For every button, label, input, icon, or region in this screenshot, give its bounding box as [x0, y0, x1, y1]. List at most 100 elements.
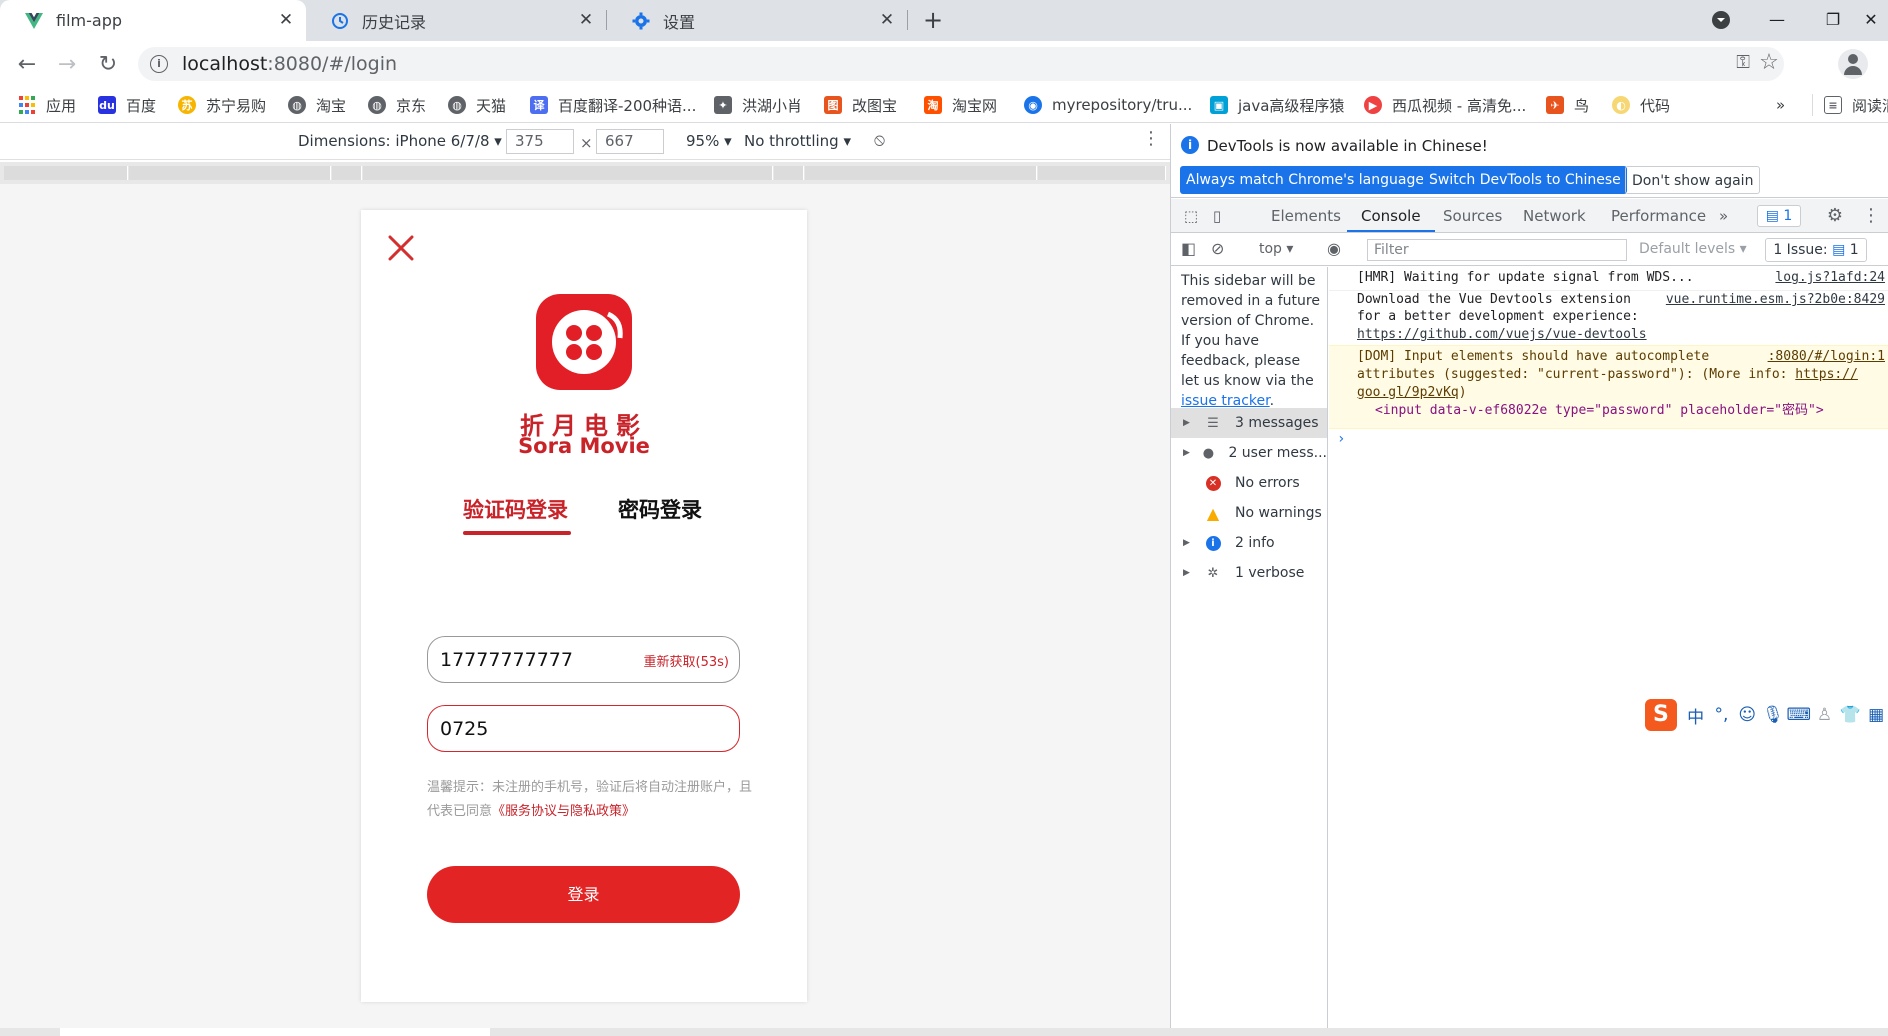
sidebar-item-errors[interactable]: ✕ No errors — [1171, 468, 1327, 498]
log-source-link[interactable]: log.js?1afd:24 — [1775, 269, 1885, 287]
console-prompt-icon[interactable]: › — [1337, 431, 1345, 447]
scrollbar-thumb[interactable] — [60, 1028, 490, 1036]
tab-search-icon[interactable] — [1706, 6, 1736, 34]
more-options-icon[interactable]: ⋮ — [1142, 128, 1160, 149]
dont-show-again-button[interactable]: Don't show again — [1625, 166, 1761, 194]
reload-icon[interactable]: ↻ — [93, 50, 123, 80]
bookmark-taobao[interactable]: ◍ 淘宝 — [288, 94, 346, 116]
ruler-segment[interactable] — [774, 166, 804, 180]
horizontal-scrollbar[interactable] — [0, 1028, 1888, 1036]
forward-icon[interactable]: → — [52, 50, 82, 80]
ime-user-icon[interactable]: ♙ — [1812, 705, 1838, 725]
address-bar[interactable]: i localhost:8080/#/login ⚿ ☆ — [138, 47, 1784, 81]
window-close-icon[interactable]: ✕ — [1856, 6, 1886, 34]
more-info-link[interactable]: https:// — [1795, 367, 1858, 382]
more-tabs-icon[interactable]: » — [1719, 207, 1728, 225]
tab-console[interactable]: Console — [1361, 207, 1421, 225]
login-button[interactable]: 登录 — [427, 866, 740, 923]
ime-chinese-mode-icon[interactable]: 中 — [1683, 703, 1709, 728]
ruler-segment[interactable] — [1038, 166, 1166, 180]
ime-keyboard-icon[interactable]: ⌨ — [1786, 705, 1812, 725]
bookmark-jd[interactable]: ◍ 京东 — [368, 94, 426, 116]
bookmark-gaitubao[interactable]: 图改图宝 — [824, 94, 897, 116]
filter-input[interactable]: Filter — [1367, 239, 1627, 261]
new-tab-icon[interactable]: + — [920, 8, 946, 34]
bookmark-java[interactable]: ▣ java高级程序猿 — [1210, 94, 1344, 116]
log-levels-select[interactable]: Default levels ▾ — [1639, 241, 1747, 257]
ime-emoji-icon[interactable]: ☺ — [1734, 705, 1760, 725]
more-options-icon[interactable]: ⋮ — [1861, 206, 1881, 226]
restore-icon[interactable]: ❐ — [1818, 6, 1848, 34]
messages-badge[interactable]: ▤ 1 — [1757, 205, 1801, 227]
tab-code-login[interactable]: 验证码登录 — [463, 494, 568, 524]
sogou-logo-icon[interactable]: S — [1645, 699, 1677, 731]
throttling-select[interactable]: No throttling ▾ — [744, 132, 851, 150]
sidebar-item-messages[interactable]: ▶ ☰ 3 messages — [1171, 408, 1327, 438]
back-icon[interactable]: ← — [12, 50, 42, 80]
tab-network[interactable]: Network — [1523, 207, 1586, 225]
device-toggle-icon[interactable]: ▯ — [1207, 206, 1227, 226]
profile-icon[interactable] — [1838, 49, 1868, 79]
key-icon[interactable]: ⚿ — [1736, 52, 1750, 73]
always-match-language-button[interactable]: Always match Chrome's language — [1180, 166, 1430, 194]
rotate-icon[interactable]: ⦸ — [874, 130, 885, 150]
bookmark-apps[interactable]: 应用 — [18, 94, 76, 116]
switch-to-chinese-button[interactable]: Switch DevTools to Chinese — [1423, 166, 1627, 194]
tab-password-login[interactable]: 密码登录 — [618, 494, 702, 524]
bookmark-tmall[interactable]: ◍ 天猫 — [448, 94, 506, 116]
clear-console-icon[interactable]: ⊘ — [1211, 239, 1224, 258]
more-info-link-cont[interactable]: goo.gl/9p2vKq — [1357, 385, 1459, 400]
ruler-segment[interactable] — [363, 166, 773, 180]
tab-performance[interactable]: Performance — [1611, 207, 1706, 225]
bookmark-honghu[interactable]: ✦ 洪湖小肖 — [714, 94, 802, 116]
bookmark-baidu-fanyi[interactable]: 译百度翻译-200种语... — [530, 94, 696, 116]
close-tab-icon[interactable]: ✕ — [276, 10, 296, 30]
resend-code-button[interactable]: 重新获取(53s) — [644, 651, 729, 670]
log-source-link[interactable]: vue.runtime.esm.js?2b0e:8429 — [1666, 291, 1885, 309]
inspect-element-icon[interactable]: ⬚ — [1181, 206, 1201, 226]
device-height-input[interactable]: 667 — [596, 129, 664, 154]
ime-skin-icon[interactable]: 👕 — [1837, 705, 1863, 725]
terms-link[interactable]: 《服务协议与隐私政策》 — [492, 804, 635, 819]
close-icon[interactable] — [385, 232, 417, 264]
ruler-segment[interactable] — [805, 166, 1037, 180]
phone-input[interactable]: 17777777777 重新获取(53s) — [427, 636, 740, 683]
ime-microphone-icon[interactable]: 🎙 — [1760, 705, 1786, 725]
bookmarks-overflow[interactable]: » — [1776, 94, 1785, 116]
verification-code-input[interactable]: 0725 — [427, 705, 740, 752]
zoom-select[interactable]: 95% ▾ — [686, 132, 732, 150]
tab-history[interactable]: 历史记录 ✕ — [306, 0, 606, 41]
device-width-input[interactable]: 375 — [506, 129, 574, 154]
log-source-link[interactable]: :8080/#/login:1 — [1768, 348, 1885, 366]
ruler-segment[interactable] — [129, 166, 331, 180]
reading-list[interactable]: ≡ 阅读清 — [1812, 94, 1888, 116]
bookmark-taobao-net[interactable]: 淘淘宝网 — [924, 94, 997, 116]
sidebar-item-user-messages[interactable]: ▶ ● 2 user mess... — [1171, 438, 1327, 468]
bookmark-baidu[interactable]: du 百度 — [98, 94, 156, 116]
tab-settings[interactable]: 设置 ✕ — [607, 0, 907, 41]
minimize-icon[interactable]: — — [1762, 6, 1792, 34]
live-expression-eye-icon[interactable]: ◉ — [1327, 239, 1341, 258]
close-tab-icon[interactable]: ✕ — [877, 10, 897, 30]
sidebar-item-verbose[interactable]: ▶ ✲ 1 verbose — [1171, 558, 1327, 588]
device-select[interactable]: Dimensions: iPhone 6/7/8 ▾ — [298, 132, 502, 150]
ruler-segment[interactable] — [332, 166, 362, 180]
context-select[interactable]: top ▾ — [1259, 241, 1293, 257]
close-tab-icon[interactable]: ✕ — [576, 10, 596, 30]
issues-button[interactable]: 1 Issue: ▤ 1 — [1765, 238, 1867, 262]
sidebar-item-info[interactable]: ▶ i 2 info — [1171, 528, 1327, 558]
tab-elements[interactable]: Elements — [1271, 207, 1341, 225]
bookmark-myrepository[interactable]: ◉ myrepository/tru... — [1024, 94, 1192, 116]
issue-tracker-link[interactable]: issue tracker — [1181, 393, 1270, 409]
bookmark-suning[interactable]: 苏苏宁易购 — [178, 94, 266, 116]
vue-devtools-link[interactable]: https://github.com/vuejs/vue-devtools — [1357, 327, 1647, 342]
ime-punctuation-icon[interactable]: °, — [1709, 705, 1735, 725]
bookmark-xigua[interactable]: ▶ 西瓜视频 - 高清免... — [1364, 94, 1526, 116]
sidebar-toggle-icon[interactable]: ◧ — [1181, 239, 1196, 258]
bookmark-code[interactable]: ◐ 代码 — [1612, 94, 1670, 116]
bookmark-bird[interactable]: ✈ 鸟 — [1546, 94, 1589, 116]
ruler-segment[interactable] — [4, 166, 128, 180]
dom-element-node[interactable]: <input data-v-ef68022e type="password" p… — [1329, 402, 1888, 420]
site-info-icon[interactable]: i — [150, 55, 168, 73]
tab-film-app[interactable]: film-app ✕ — [0, 0, 306, 41]
